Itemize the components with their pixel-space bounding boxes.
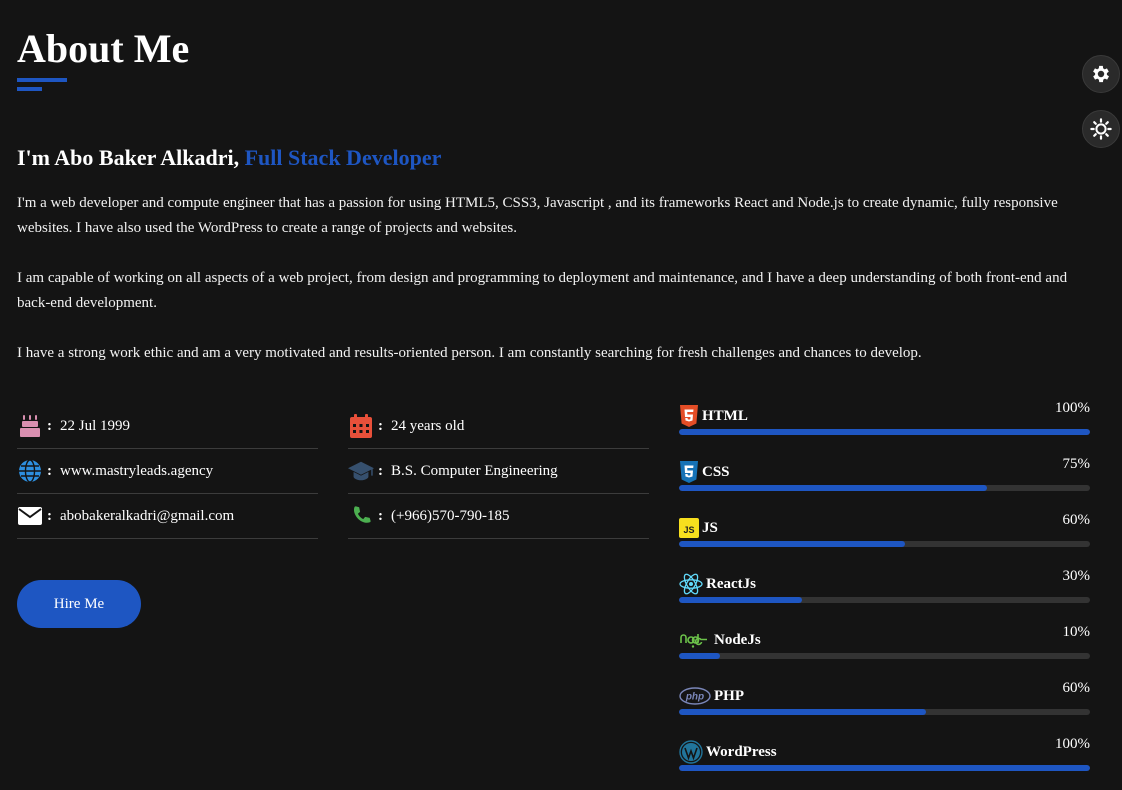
age-value: 24 years old bbox=[391, 417, 465, 434]
info-email: : abobakeralkadri@gmail.com bbox=[17, 494, 318, 539]
svg-text:php: php bbox=[685, 692, 704, 703]
intro-name: I'm Abo Baker Alkadri, bbox=[17, 145, 240, 170]
skill-name: NodeJs bbox=[714, 631, 761, 648]
info-colon: : bbox=[47, 462, 52, 479]
skill-progress-fill bbox=[679, 541, 906, 547]
info-colon: : bbox=[378, 507, 383, 524]
info-phone: : (+966)570-790-185 bbox=[348, 494, 649, 539]
theme-toggle-button[interactable] bbox=[1082, 110, 1120, 148]
birthday-value: 22 Jul 1999 bbox=[60, 417, 131, 434]
gear-icon bbox=[1093, 65, 1109, 83]
graduation-cap-icon bbox=[348, 459, 374, 483]
skill-progress-track bbox=[679, 541, 1090, 547]
skill-percent: 75% bbox=[1062, 456, 1091, 472]
phone-icon bbox=[348, 504, 374, 528]
skill-percent: 10% bbox=[1062, 624, 1091, 640]
info-degree: : B.S. Computer Engineering bbox=[348, 449, 649, 494]
skill-html: HTML 100% bbox=[679, 400, 1090, 456]
phone-value[interactable]: (+966)570-790-185 bbox=[391, 508, 509, 525]
skill-progress-fill bbox=[679, 765, 1090, 771]
birthday-cake-icon bbox=[17, 414, 43, 438]
info-colon: : bbox=[378, 462, 383, 479]
page-title: About Me bbox=[17, 26, 190, 71]
skill-progress-track bbox=[679, 485, 1090, 491]
globe-icon bbox=[17, 459, 43, 483]
info-age: : 24 years old bbox=[348, 404, 649, 449]
title-underline-long bbox=[17, 78, 67, 82]
intro-role: Full Stack Developer bbox=[244, 145, 442, 170]
degree-value: B.S. Computer Engineering bbox=[391, 462, 558, 479]
skill-name: ReactJs bbox=[706, 575, 756, 592]
skills-list: HTML 100% CSS 75% JS JS 60% ReactJs 30% … bbox=[679, 400, 1090, 790]
skill-progress-track bbox=[679, 597, 1090, 603]
settings-button[interactable] bbox=[1082, 55, 1120, 93]
about-text: I'm a web developer and compute engineer… bbox=[17, 191, 1092, 391]
intro-heading: I'm Abo Baker Alkadri, Full Stack Develo… bbox=[17, 144, 441, 172]
personal-info-left: : 22 Jul 1999 : www.mastryleads.agency :… bbox=[17, 404, 318, 539]
envelope-icon bbox=[17, 504, 43, 528]
php-icon: php bbox=[679, 685, 711, 707]
sun-icon bbox=[1090, 118, 1112, 140]
skill-progress-track bbox=[679, 653, 1090, 659]
personal-info-right: : 24 years old : B.S. Computer Engineeri… bbox=[348, 404, 649, 539]
javascript-icon: JS bbox=[679, 517, 699, 539]
html5-icon bbox=[679, 405, 699, 427]
skill-progress-track bbox=[679, 709, 1090, 715]
skill-percent: 60% bbox=[1062, 680, 1091, 696]
about-paragraph: I'm a web developer and compute engineer… bbox=[17, 195, 1058, 236]
info-colon: : bbox=[47, 417, 52, 434]
info-website: : www.mastryleads.agency bbox=[17, 449, 318, 494]
skill-progress-fill bbox=[679, 485, 988, 491]
react-icon bbox=[679, 573, 703, 595]
skill-percent: 100% bbox=[1055, 736, 1090, 752]
skill-percent: 100% bbox=[1055, 400, 1090, 416]
skill-name: WordPress bbox=[706, 743, 777, 760]
skill-progress-fill bbox=[679, 429, 1090, 435]
skill-progress-fill bbox=[679, 709, 926, 715]
info-colon: : bbox=[378, 417, 383, 434]
title-underline-short bbox=[17, 87, 42, 91]
skill-name: PHP bbox=[714, 687, 744, 704]
skill-progress-track bbox=[679, 429, 1090, 435]
svg-text:JS: JS bbox=[683, 525, 694, 535]
css3-icon bbox=[679, 461, 699, 483]
skill-name: CSS bbox=[702, 463, 730, 480]
skill-progress-track bbox=[679, 765, 1090, 771]
skill-php: php PHP 60% bbox=[679, 680, 1090, 736]
skill-progress-fill bbox=[679, 653, 721, 659]
skill-reactjs: ReactJs 30% bbox=[679, 568, 1090, 624]
wordpress-icon bbox=[679, 740, 703, 764]
calendar-icon bbox=[348, 414, 374, 438]
website-value[interactable]: www.mastryleads.agency bbox=[60, 463, 213, 480]
skill-percent: 30% bbox=[1062, 568, 1091, 584]
skill-js: JS JS 60% bbox=[679, 512, 1090, 568]
about-paragraph: I am capable of working on all aspects o… bbox=[17, 270, 1068, 311]
skill-css: CSS 75% bbox=[679, 456, 1090, 512]
skill-name: JS bbox=[702, 519, 718, 536]
hire-me-button[interactable]: Hire Me bbox=[17, 580, 141, 628]
skill-wordpress: WordPress 100% bbox=[679, 736, 1090, 790]
skill-name: HTML bbox=[702, 407, 748, 424]
skill-progress-fill bbox=[679, 597, 803, 603]
skill-nodejs: NodeJs 10% bbox=[679, 624, 1090, 680]
about-paragraph: I have a strong work ethic and am a very… bbox=[17, 345, 922, 361]
skill-percent: 60% bbox=[1062, 512, 1091, 528]
info-birthday: : 22 Jul 1999 bbox=[17, 404, 318, 449]
info-colon: : bbox=[47, 507, 52, 524]
nodejs-icon bbox=[679, 629, 711, 651]
email-value[interactable]: abobakeralkadri@gmail.com bbox=[60, 508, 234, 525]
